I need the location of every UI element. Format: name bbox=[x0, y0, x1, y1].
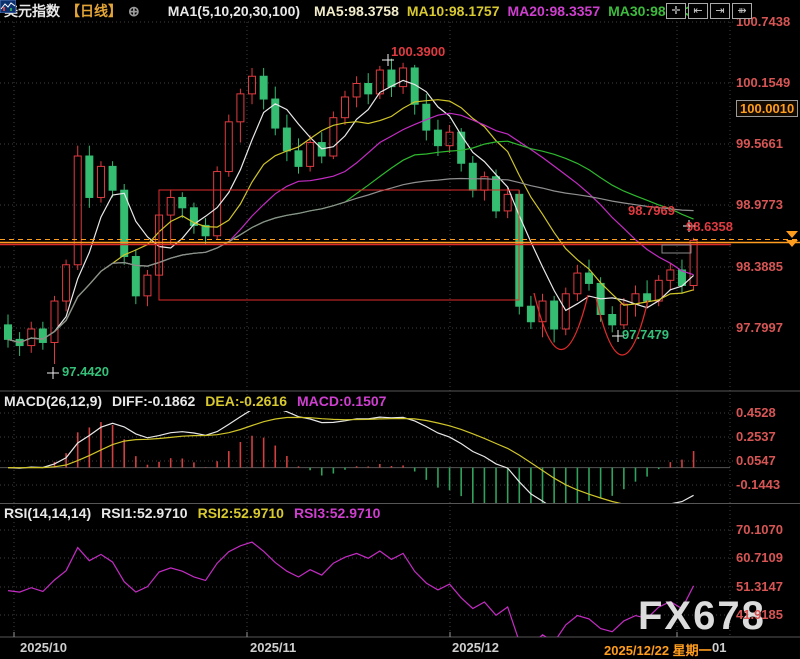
dip-price-label: 97.7479 bbox=[622, 327, 669, 342]
rsi-axis-label-2: 51.3147 bbox=[736, 579, 783, 594]
expand-right-icon[interactable]: ⇥ bbox=[710, 3, 730, 19]
price-axis-label-5: 98.3885 bbox=[736, 259, 783, 274]
rsi-axis-label-1: 60.7109 bbox=[736, 550, 783, 565]
last-price-label: 98.6358 bbox=[686, 219, 733, 234]
x-axis-label-4: 01 bbox=[712, 640, 727, 655]
rsi-token-3: RSI3:52.9710 bbox=[293, 505, 381, 521]
macd-axis-label-2: 0.0547 bbox=[736, 453, 776, 468]
chart-toolbar: ✛ ⇤ ⇥ ⇻ bbox=[666, 3, 752, 19]
level-price-label: 98.7969 bbox=[628, 203, 675, 218]
ma-values-group: MA5:98.3758 MA10:98.1757 MA20:98.3357 MA30:… bbox=[306, 3, 693, 19]
x-axis-label-1: 2025/11 bbox=[250, 640, 297, 655]
ma-settings-label: MA1(5,10,20,30,100) bbox=[167, 3, 301, 19]
price-axis-label-6: 97.7997 bbox=[736, 320, 783, 335]
low-price-label: 97.4420 bbox=[62, 364, 109, 379]
rsi-axis-label-0: 70.1070 bbox=[736, 522, 783, 537]
x-axis-label-3: 2025/12/22 星期一 bbox=[604, 643, 712, 658]
chart-application-window: 美元指数 【日线】 ⊕ MA1(5,10,20,30,100) MA5:98.3… bbox=[0, 0, 800, 659]
price-axis-label-2: 100.0010 bbox=[736, 100, 799, 117]
rsi-axis-label-3: 41.9185 bbox=[736, 607, 783, 622]
x-axis-label-2: 2025/12 bbox=[452, 640, 499, 655]
price-axis-label-3: 99.5661 bbox=[736, 136, 783, 151]
macd-axis-label-0: 0.4528 bbox=[736, 405, 776, 420]
price-axis-label-4: 98.9773 bbox=[736, 197, 783, 212]
crosshair-tool-icon[interactable]: ✛ bbox=[666, 3, 686, 19]
macd-token-2: DEA:-0.2616 bbox=[205, 393, 287, 409]
macd-indicator-row: MACD(26,12,9) DIFF:-0.1862 DEA:-0.2616 MACD… bbox=[4, 393, 386, 409]
macd-token-3: MACD:0.1507 bbox=[296, 393, 387, 409]
macd-axis-label-3: -0.1443 bbox=[736, 477, 781, 492]
period-label[interactable]: 【日线】 bbox=[66, 1, 122, 21]
macd-token-0: MACD(26,12,9) bbox=[4, 393, 103, 409]
price-axis-label-1: 100.1549 bbox=[736, 75, 791, 90]
macd-axis-label-1: 0.2537 bbox=[736, 429, 776, 444]
ma-value-1: MA10:98.1757 bbox=[406, 3, 500, 19]
rsi-token-2: RSI2:52.9710 bbox=[197, 505, 284, 521]
rsi-token-1: RSI1:52.9710 bbox=[101, 505, 188, 521]
high-price-label: 100.3900 bbox=[391, 44, 446, 59]
mini-chart-icon bbox=[0, 0, 162, 18]
ma-value-2: MA20:98.3357 bbox=[507, 3, 601, 19]
compress-left-icon[interactable]: ⇤ bbox=[688, 3, 708, 19]
macd-token-1: DIFF:-0.1862 bbox=[112, 393, 196, 409]
chart-canvas[interactable] bbox=[0, 0, 800, 659]
rsi-token-0: RSI(14,14,14) bbox=[4, 505, 92, 521]
shift-right-icon[interactable]: ⇻ bbox=[732, 3, 752, 19]
x-axis-label-0: 2025/10 bbox=[20, 640, 67, 655]
ma-value-0: MA5:98.3758 bbox=[314, 3, 399, 19]
rsi-indicator-row: RSI(14,14,14) RSI1:52.9710 RSI2:52.9710 RSI… bbox=[4, 505, 380, 521]
add-indicator-icon[interactable]: ⊕ bbox=[128, 3, 140, 20]
